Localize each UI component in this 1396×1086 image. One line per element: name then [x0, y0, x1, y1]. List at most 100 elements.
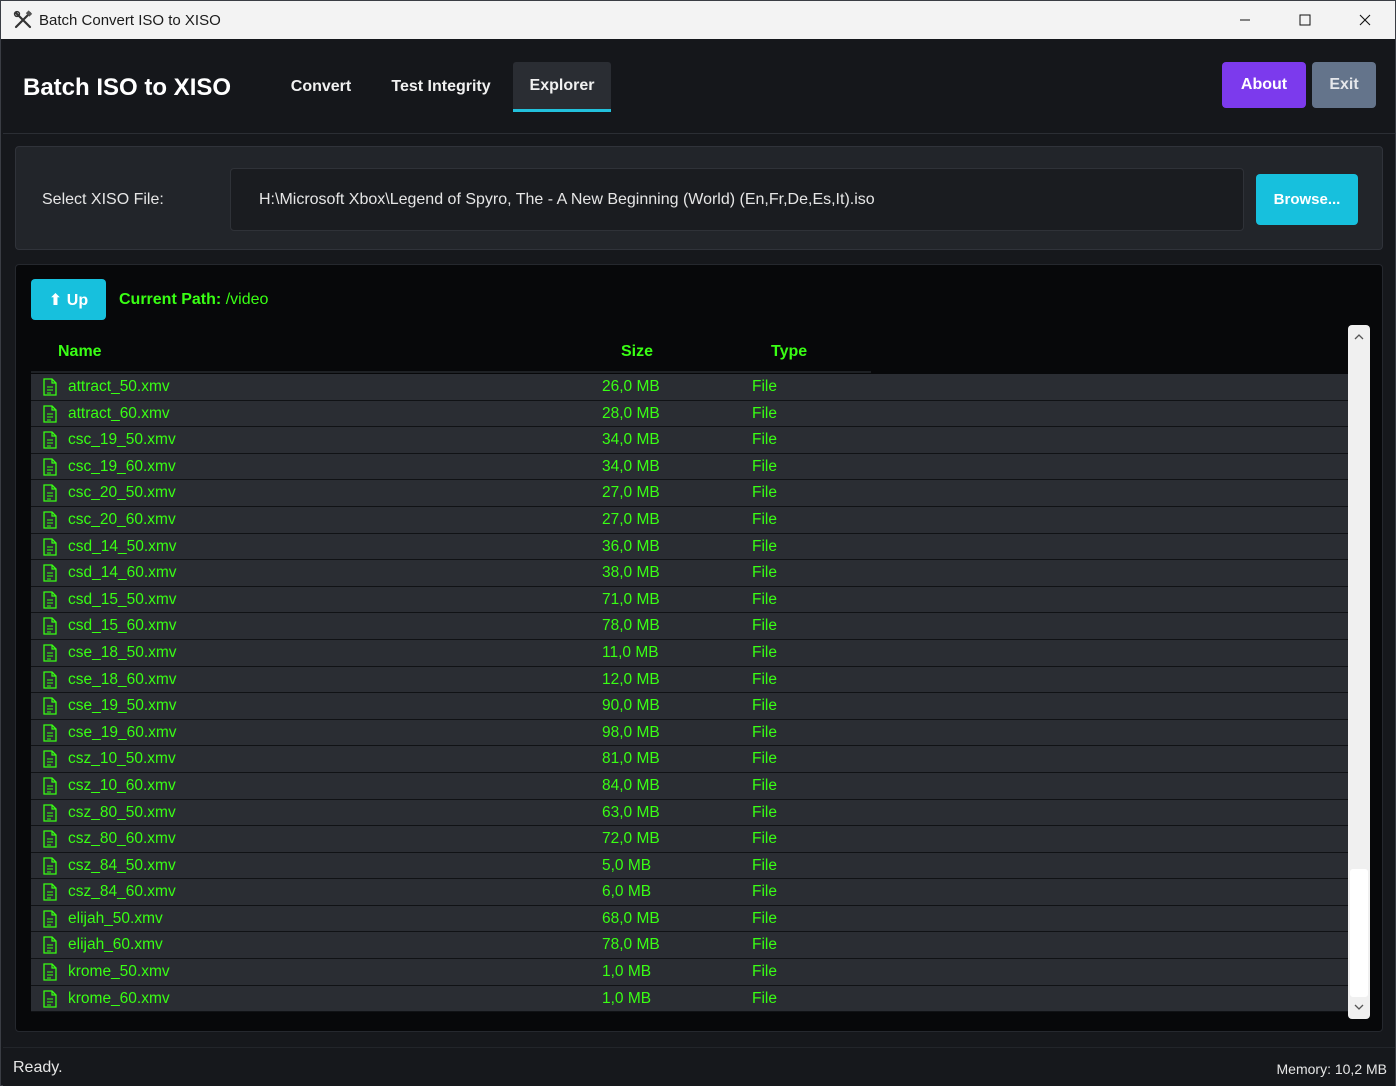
- tools-icon: [12, 9, 34, 31]
- file-type: File: [752, 457, 777, 475]
- file-name: csc_19_60.xmv: [68, 457, 176, 475]
- table-row[interactable]: csc_20_60.xmv 27,0 MB File: [31, 506, 1349, 534]
- table-row[interactable]: csc_19_50.xmv 34,0 MB File: [31, 427, 1349, 454]
- table-row[interactable]: csd_15_50.xmv 71,0 MB File: [31, 586, 1349, 614]
- memory-usage: Memory: 10,2 MB: [1276, 1061, 1387, 1077]
- file-icon: [43, 750, 57, 768]
- file-icon: [43, 404, 57, 423]
- file-icon: [43, 537, 57, 556]
- file-icon: [43, 803, 57, 822]
- maximize-button[interactable]: [1275, 1, 1335, 39]
- scroll-up-arrow[interactable]: [1348, 327, 1370, 347]
- file-size: 34,0 MB: [602, 457, 660, 475]
- table-row[interactable]: csz_84_60.xmv 6,0 MB File: [31, 879, 1349, 906]
- column-header-size[interactable]: Size: [621, 343, 653, 361]
- file-size: 71,0 MB: [602, 590, 660, 608]
- file-size: 1,0 MB: [602, 963, 652, 981]
- file-size: 38,0 MB: [602, 564, 660, 582]
- file-size: 78,0 MB: [602, 936, 660, 954]
- status-bar: Ready. Memory: 10,2 MB: [3, 1047, 1395, 1086]
- file-name: csz_84_50.xmv: [68, 856, 176, 874]
- file-icon: [43, 617, 57, 635]
- file-type: File: [752, 723, 777, 741]
- file-type: File: [752, 510, 777, 528]
- file-size: 27,0 MB: [602, 484, 660, 502]
- file-type: File: [752, 830, 777, 848]
- file-type: File: [752, 936, 777, 954]
- table-row[interactable]: cse_19_60.xmv 98,0 MB File: [31, 719, 1349, 747]
- file-path-field[interactable]: H:\Microsoft Xbox\Legend of Spyro, The -…: [230, 168, 1244, 231]
- column-header-name[interactable]: Name: [58, 343, 102, 361]
- table-row[interactable]: attract_50.xmv 26,0 MB File: [31, 374, 1349, 401]
- table-row[interactable]: csd_14_60.xmv 38,0 MB File: [31, 560, 1349, 587]
- file-icon: [43, 990, 57, 1008]
- table-row[interactable]: csz_80_60.xmv 72,0 MB File: [31, 826, 1349, 853]
- app-window: Batch Convert ISO to XISO Batch ISO to X…: [0, 0, 1396, 1086]
- file-type: File: [752, 670, 777, 688]
- file-name: cse_18_50.xmv: [68, 643, 177, 661]
- table-row[interactable]: krome_60.xmv 1,0 MB File: [31, 985, 1349, 1013]
- file-icon: [43, 431, 57, 449]
- file-size: 84,0 MB: [602, 776, 660, 794]
- file-type: File: [752, 431, 777, 449]
- table-row[interactable]: csz_10_60.xmv 84,0 MB File: [31, 772, 1349, 800]
- minimize-button[interactable]: [1215, 1, 1275, 39]
- file-size: 6,0 MB: [602, 883, 652, 901]
- file-type: File: [752, 484, 777, 502]
- file-icon: [43, 936, 57, 955]
- file-size: 63,0 MB: [602, 803, 660, 821]
- file-type: File: [752, 697, 777, 715]
- about-button[interactable]: About: [1222, 62, 1306, 108]
- scroll-thumb[interactable]: [1350, 869, 1368, 997]
- file-type: File: [752, 909, 777, 927]
- close-button[interactable]: [1335, 1, 1395, 39]
- column-header-type[interactable]: Type: [771, 343, 807, 361]
- file-type: File: [752, 856, 777, 874]
- file-size: 5,0 MB: [602, 856, 652, 874]
- exit-button[interactable]: Exit: [1312, 62, 1376, 108]
- tab-test-integrity[interactable]: Test Integrity: [377, 62, 505, 112]
- table-row[interactable]: elijah_60.xmv 78,0 MB File: [31, 932, 1349, 960]
- table-row[interactable]: elijah_50.xmv 68,0 MB File: [31, 905, 1349, 933]
- file-size: 68,0 MB: [602, 909, 660, 927]
- table-row[interactable]: cse_18_60.xmv 12,0 MB File: [31, 666, 1349, 694]
- table-row[interactable]: cse_18_50.xmv 11,0 MB File: [31, 639, 1349, 667]
- file-name: csc_20_50.xmv: [68, 484, 176, 502]
- file-size: 78,0 MB: [602, 617, 660, 635]
- file-type: File: [752, 883, 777, 901]
- file-icon: [43, 484, 57, 503]
- app-brand: Batch ISO to XISO: [23, 74, 232, 101]
- table-row[interactable]: csz_84_50.xmv 5,0 MB File: [31, 852, 1349, 880]
- table-row[interactable]: csc_19_60.xmv 34,0 MB File: [31, 453, 1349, 481]
- file-size: 28,0 MB: [602, 404, 660, 422]
- table-row[interactable]: csz_10_50.xmv 81,0 MB File: [31, 746, 1349, 773]
- file-list[interactable]: attract_50.xmv 26,0 MB File attract_60.xmv 2…: [31, 374, 1349, 1016]
- file-name: csz_80_50.xmv: [68, 803, 176, 821]
- tab-convert[interactable]: Convert: [273, 62, 369, 112]
- scroll-down-arrow[interactable]: [1348, 997, 1370, 1017]
- title-bar[interactable]: Batch Convert ISO to XISO: [1, 1, 1395, 39]
- vertical-scrollbar[interactable]: [1348, 325, 1370, 1019]
- browse-button[interactable]: Browse...: [1256, 174, 1358, 225]
- file-name: csd_14_60.xmv: [68, 564, 177, 582]
- table-row[interactable]: attract_60.xmv 28,0 MB File: [31, 400, 1349, 428]
- table-row[interactable]: csd_15_60.xmv 78,0 MB File: [31, 613, 1349, 640]
- status-text: Ready.: [13, 1059, 63, 1076]
- up-button[interactable]: ⬆ Up: [31, 279, 106, 320]
- file-name: attract_60.xmv: [68, 404, 170, 422]
- table-row[interactable]: csc_20_50.xmv 27,0 MB File: [31, 480, 1349, 507]
- chevron-up-icon: [1354, 334, 1364, 340]
- file-icon: [43, 697, 57, 715]
- file-name: krome_60.xmv: [68, 989, 170, 1007]
- window-title: Batch Convert ISO to XISO: [39, 11, 221, 29]
- header-divider: [31, 371, 871, 373]
- table-row[interactable]: cse_19_50.xmv 90,0 MB File: [31, 693, 1349, 720]
- table-row[interactable]: csz_80_50.xmv 63,0 MB File: [31, 799, 1349, 827]
- tab-explorer[interactable]: Explorer: [513, 62, 611, 112]
- file-icon: [43, 963, 57, 981]
- file-type: File: [752, 378, 777, 395]
- file-name: csd_14_50.xmv: [68, 537, 177, 555]
- table-row[interactable]: csd_14_50.xmv 36,0 MB File: [31, 533, 1349, 561]
- table-row[interactable]: krome_50.xmv 1,0 MB File: [31, 959, 1349, 986]
- app-header: Batch ISO to XISO Convert Test Integrity…: [3, 39, 1395, 134]
